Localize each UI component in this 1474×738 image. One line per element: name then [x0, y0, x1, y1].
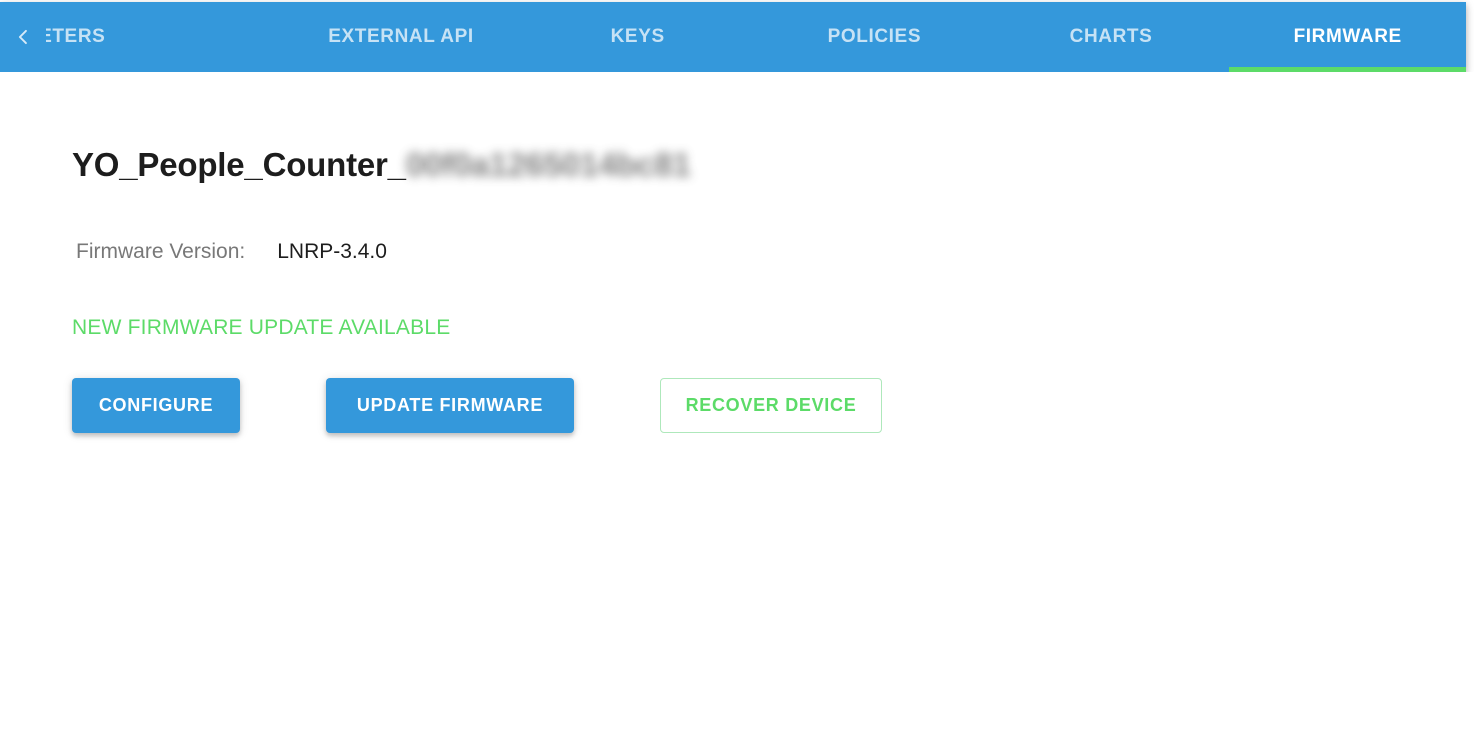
- device-title-prefix: YO_People_Counter_: [72, 146, 406, 183]
- update-firmware-button[interactable]: UPDATE FIRMWARE: [326, 378, 574, 433]
- firmware-page: RAMETERS EXTERNAL API KEYS POLICIES CHAR: [0, 0, 1474, 738]
- tab-bar-inner: RAMETERS EXTERNAL API KEYS POLICIES CHAR: [0, 2, 1466, 72]
- scroll-left-button[interactable]: [0, 2, 46, 72]
- tab-firmware-label: FIRMWARE: [1293, 26, 1402, 47]
- tab-charts-label: CHARTS: [1069, 26, 1153, 47]
- update-available-notice: NEW FIRMWARE UPDATE AVAILABLE: [72, 316, 451, 339]
- tab-policies-label: POLICIES: [827, 26, 922, 47]
- tab-firmware[interactable]: FIRMWARE: [1229, 2, 1466, 72]
- device-title-redacted-id: 00f0a1265014bc81: [405, 146, 691, 183]
- tab-external-api[interactable]: EXTERNAL API: [283, 2, 520, 72]
- device-title: YO_People_Counter_00f0a1265014bc81: [72, 146, 691, 184]
- tab-charts[interactable]: CHARTS: [993, 2, 1230, 72]
- configure-button[interactable]: CONFIGURE: [72, 378, 240, 433]
- firmware-content: YO_People_Counter_00f0a1265014bc81 Firmw…: [0, 72, 1474, 738]
- tab-keys[interactable]: KEYS: [519, 2, 756, 72]
- tab-parameters-label: RAMETERS: [46, 26, 106, 47]
- tab-parameters[interactable]: RAMETERS: [46, 2, 283, 72]
- action-button-group: CONFIGURE UPDATE FIRMWARE RECOVER DEVICE: [72, 378, 1402, 436]
- recover-device-button[interactable]: RECOVER DEVICE: [660, 378, 882, 433]
- firmware-version-label: Firmware Version:: [76, 240, 246, 263]
- firmware-version-row: Firmware Version: LNRP-3.4.0: [76, 240, 387, 264]
- tab-external-api-label: EXTERNAL API: [328, 26, 474, 47]
- tab-bar: RAMETERS EXTERNAL API KEYS POLICIES CHAR: [0, 2, 1466, 72]
- tab-policies[interactable]: POLICIES: [756, 2, 993, 72]
- chevron-left-icon: [12, 26, 34, 48]
- tab-keys-label: KEYS: [610, 26, 665, 47]
- firmware-version-value: LNRP-3.4.0: [277, 240, 387, 263]
- tab-list: RAMETERS EXTERNAL API KEYS POLICIES CHAR: [46, 2, 1466, 72]
